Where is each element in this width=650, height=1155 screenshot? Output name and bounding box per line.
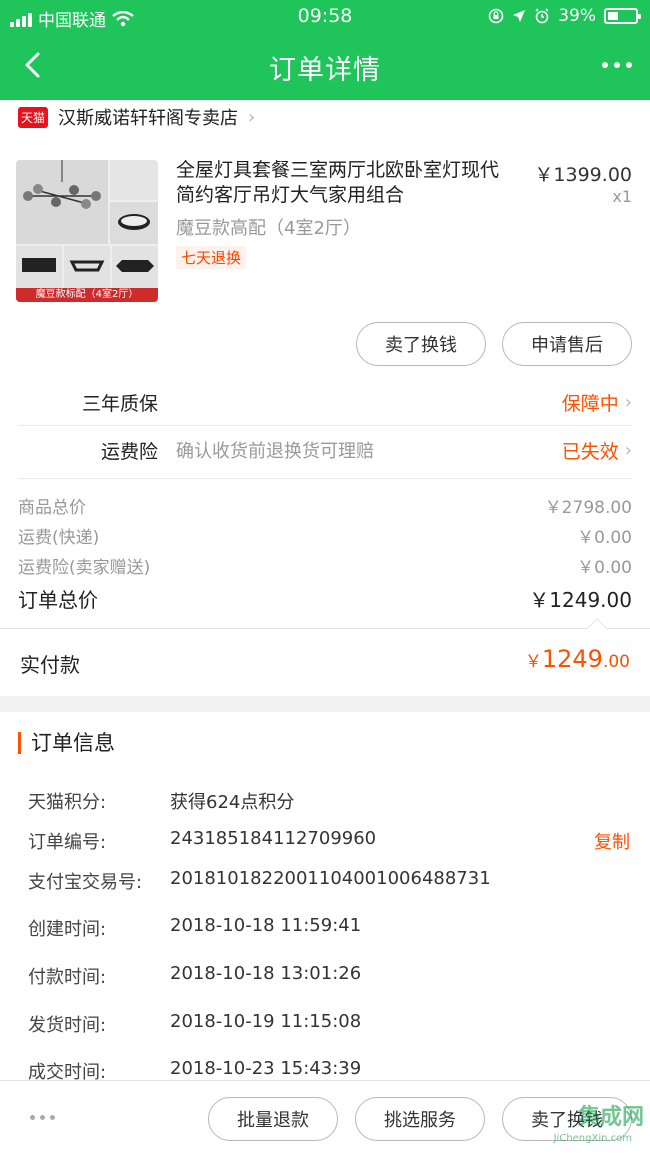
- payment-decimal: .00: [602, 652, 630, 672]
- pendant-lamp-icon: [23, 160, 101, 209]
- sell-button[interactable]: 卖了换钱: [356, 322, 486, 366]
- info-row-created: 创建时间: 2018-10-18 11:59:41: [28, 915, 630, 941]
- fee-label: 商品总价: [18, 498, 86, 518]
- info-value: 2018-10-18 11:59:41: [170, 915, 362, 936]
- return-policy-tag: 七天退换: [176, 246, 247, 269]
- service-label: 三年质保: [81, 392, 158, 415]
- order-info-title: 订单信息: [18, 732, 115, 754]
- watermark-url: JiChengXin.com: [553, 1133, 632, 1144]
- info-row-points: 天猫积分: 获得624点积分: [28, 788, 630, 814]
- info-key: 付款时间:: [28, 967, 107, 988]
- info-row-paid: 付款时间: 2018-10-18 13:01:26: [28, 963, 630, 989]
- product-variant: 魔豆款高配（4室2厅）: [176, 218, 361, 239]
- service-desc: 确认收货前退换货可理赔: [176, 441, 374, 462]
- battery-icon: [604, 8, 641, 24]
- batch-refund-button[interactable]: 批量退款: [208, 1097, 338, 1141]
- info-key: 发货时间:: [28, 1015, 107, 1036]
- shop-name[interactable]: 汉斯威诺轩轩阁专卖店: [58, 104, 238, 130]
- product-thumbnail[interactable]: 魔豆款标配（4室2厅）: [16, 160, 158, 302]
- service-label: 运费险: [100, 440, 158, 463]
- actual-payment-amount: ￥1249.00: [525, 645, 630, 673]
- info-key: 订单编号:: [28, 832, 107, 853]
- product-quantity: x1: [612, 187, 632, 206]
- product-price: ￥1399.00: [534, 164, 632, 186]
- more-options-icon[interactable]: [30, 1115, 55, 1120]
- actual-payment-row: 实付款 ￥1249.00: [0, 618, 650, 696]
- info-row-alipay-number: 支付宝交易号: 2018101822001104001006488731: [28, 868, 630, 894]
- fee-row-shipping-insurance: 运费险(卖家赠送) ￥0.00: [18, 553, 632, 578]
- service-status: 保障中: [561, 392, 619, 415]
- thumbnail-pendant-lamp: [16, 160, 108, 244]
- nav-bar: 订单详情: [0, 36, 650, 96]
- status-right: 39%: [488, 6, 641, 26]
- info-row-order-number: 订单编号: 243185184112709960 复制: [28, 828, 630, 854]
- divider: [18, 425, 632, 426]
- pick-service-button[interactable]: 挑选服务: [355, 1097, 485, 1141]
- shop-row[interactable]: 天猫 汉斯威诺轩轩阁专卖店 ›: [18, 104, 255, 130]
- chevron-right-icon: ›: [624, 391, 632, 413]
- thumbnail-wall-lamps: [110, 160, 158, 200]
- status-bar: 中国联通 09:58 39%: [0, 0, 650, 34]
- order-summary-card: 天猫 汉斯威诺轩轩阁专卖店 › 魔豆款标配（4室2厅） 全屋灯具套餐三室两厅北欧…: [0, 100, 650, 696]
- thumbnail-ceiling-lamp: [110, 202, 158, 244]
- thumbnail-octagon-lamp: [112, 246, 158, 288]
- product-name[interactable]: 全屋灯具套餐三室两厅北欧卧室灯现代简约客厅吊灯大气家用组合: [176, 158, 516, 208]
- fee-row-shipping: 运费(快递) ￥0.00: [18, 523, 632, 548]
- thumbnail-square-lamp: [16, 246, 62, 288]
- fee-row-goods-total: 商品总价 ￥2798.00: [18, 493, 632, 518]
- info-value: 2018-10-19 11:15:08: [170, 1011, 362, 1032]
- info-key: 支付宝交易号:: [28, 872, 143, 893]
- info-row-shipped: 发货时间: 2018-10-19 11:15:08: [28, 1011, 630, 1037]
- order-total-row: 订单总价 ￥1249.00: [18, 584, 632, 613]
- fee-value: ￥2798.00: [544, 498, 632, 518]
- fee-label: 运费(快递): [18, 528, 100, 548]
- info-key: 创建时间:: [28, 919, 107, 940]
- watermark-logo: 集成网: [577, 1105, 644, 1130]
- rotation-lock-icon: [488, 8, 504, 24]
- fee-label: 运费险(卖家赠送): [18, 558, 151, 578]
- battery-label: 39%: [558, 6, 596, 26]
- info-value: 获得624点积分: [170, 792, 295, 813]
- chevron-right-icon: ›: [624, 439, 632, 461]
- chevron-right-icon: ›: [248, 106, 256, 128]
- after-sale-button[interactable]: 申请售后: [502, 322, 632, 366]
- fee-value: ￥0.00: [577, 558, 632, 578]
- actual-payment-label: 实付款: [20, 653, 80, 677]
- info-value: 2018-10-18 13:01:26: [170, 963, 362, 984]
- thumbnail-hex-lamp: [64, 246, 110, 288]
- divider: [18, 478, 632, 479]
- more-icon[interactable]: [602, 62, 632, 68]
- service-row-shipping-insurance[interactable]: 运费险 确认收货前退换货可理赔 已失效 ›: [18, 428, 632, 472]
- app-header: 中国联通 09:58 39% 订单详情: [0, 0, 650, 100]
- location-icon: [513, 10, 526, 22]
- payment-currency: ￥: [524, 652, 542, 672]
- service-status: 已失效: [561, 440, 619, 463]
- fee-value: ￥0.00: [577, 528, 632, 548]
- tmall-badge: 天猫: [18, 106, 49, 128]
- copy-button[interactable]: 复制: [594, 828, 630, 854]
- bottom-action-bar: 批量退款 挑选服务 卖了换钱 集成网 JiChengXin.com: [0, 1080, 650, 1155]
- order-total-label: 订单总价: [18, 588, 98, 612]
- info-value: 2018101822001104001006488731: [170, 868, 491, 889]
- service-row-warranty[interactable]: 三年质保 保障中 ›: [18, 380, 632, 424]
- alarm-icon: [535, 8, 549, 24]
- thumbnail-caption: 魔豆款标配（4室2厅）: [16, 288, 158, 302]
- info-value: 243185184112709960: [170, 828, 377, 849]
- page-title: 订单详情: [269, 55, 381, 86]
- payment-integer: 1249: [541, 645, 603, 673]
- info-key: 天猫积分:: [28, 792, 107, 813]
- order-total-value: ￥1249.00: [529, 588, 632, 612]
